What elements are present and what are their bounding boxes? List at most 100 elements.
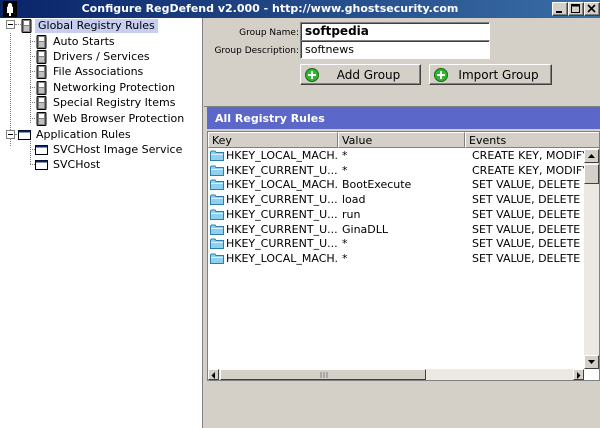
events-cell: SET VALUE, DELETE V xyxy=(472,237,584,251)
table-row[interactable]: HKEY_CURRENT_U... GinaDLL SET VALUE, DELET… xyxy=(208,223,584,237)
tree-node-web-browser-protection[interactable]: Web Browser Protection xyxy=(35,111,187,126)
import-group-label: Import Group xyxy=(458,67,539,82)
details-area xyxy=(207,382,600,428)
column-header-value[interactable]: Value xyxy=(338,132,465,148)
key-cell: HKEY_CURRENT_U... xyxy=(208,208,338,222)
group-description-field[interactable]: softnews xyxy=(300,40,490,59)
folder-icon xyxy=(210,238,224,250)
horizontal-scrollbar[interactable] xyxy=(208,369,584,380)
import-group-button[interactable]: Import Group xyxy=(429,64,552,85)
tree-node-label: Networking Protection xyxy=(53,80,176,94)
add-group-button[interactable]: Add Group xyxy=(300,64,421,85)
group-name-label: Group Name: xyxy=(239,28,299,38)
column-header-key[interactable]: Key xyxy=(208,132,338,148)
table-row[interactable]: HKEY_CURRENT_U... * CREATE KEY, MODIFY xyxy=(208,164,584,178)
minimize-button[interactable] xyxy=(552,2,568,16)
group-form: Group Name: softpedia Group Description:… xyxy=(204,18,600,108)
tree-node-special-registry-items[interactable]: Special Registry Items xyxy=(35,95,178,110)
value-cell: * xyxy=(342,149,348,162)
arrow-left-icon xyxy=(211,372,215,379)
tree-node-label: Global Registry Rules xyxy=(35,18,158,33)
events-cell: SET VALUE, DELETE V xyxy=(472,178,584,192)
value-cell: * xyxy=(342,251,348,265)
folder-icon xyxy=(210,224,224,235)
table-row[interactable]: HKEY_LOCAL_MACH... BootExecute SET VALUE, … xyxy=(208,178,584,192)
scroll-right-button[interactable] xyxy=(573,369,584,380)
events-cell: CREATE KEY, MODIFY xyxy=(472,163,584,177)
tree-node-global-rules[interactable]: Global Registry Rules xyxy=(20,18,158,33)
application-icon xyxy=(35,159,48,170)
plus-circle-icon xyxy=(305,67,319,82)
table-row[interactable]: HKEY_CURRENT_U... load SET VALUE, DELETE V xyxy=(208,193,584,207)
table-row[interactable]: HKEY_LOCAL_MACH... * SET VALUE, DELETE V xyxy=(208,252,584,266)
key-cell: HKEY_LOCAL_MACH... xyxy=(208,149,338,163)
events-cell: SET VALUE, DELETE V xyxy=(472,207,584,221)
registry-rule-icon xyxy=(36,95,47,110)
tree-node-label: SVCHost Image Service xyxy=(53,142,183,156)
tree-line xyxy=(30,31,31,123)
tree-node-label: Web Browser Protection xyxy=(53,111,185,125)
column-header-events[interactable]: Events xyxy=(465,132,599,148)
registry-rule-icon xyxy=(36,34,47,49)
table-row[interactable]: HKEY_CURRENT_U... * SET VALUE, DELETE V xyxy=(208,237,584,251)
minimize-icon xyxy=(556,11,562,13)
table-row[interactable]: HKEY_LOCAL_MACH... * CREATE KEY, MODIFY xyxy=(208,149,584,163)
key-cell: HKEY_LOCAL_MACH... xyxy=(208,252,338,266)
tree-node-label: File Associations xyxy=(53,64,144,78)
close-button[interactable] xyxy=(584,2,600,16)
folder-icon xyxy=(210,253,224,264)
registry-rule-icon xyxy=(36,80,47,95)
scroll-left-button[interactable] xyxy=(208,369,219,380)
events-cell: SET VALUE, DELETE V xyxy=(472,251,584,265)
add-group-label: Add Group xyxy=(336,67,401,82)
tree-node-label: Auto Starts xyxy=(53,34,115,48)
arrow-right-icon xyxy=(577,372,581,379)
tree-node-networking-protection[interactable]: Networking Protection xyxy=(35,80,178,95)
title-bar[interactable]: Configure RegDefend v2.000 - http://www.… xyxy=(0,0,600,18)
window-title: Configure RegDefend v2.000 - http://www.… xyxy=(81,2,459,15)
registry-group-icon xyxy=(21,18,32,33)
collapse-toggle[interactable] xyxy=(6,130,15,139)
key-text: HKEY_LOCAL_MACH... xyxy=(226,178,338,192)
value-cell: * xyxy=(342,163,348,177)
value-cell: * xyxy=(342,237,348,251)
key-text: HKEY_CURRENT_U... xyxy=(226,193,338,207)
tree-node-drivers-services[interactable]: Drivers / Services xyxy=(35,49,153,64)
key-cell: HKEY_CURRENT_U... xyxy=(208,164,338,178)
folder-icon xyxy=(210,165,224,176)
tree-node-auto-starts[interactable]: Auto Starts xyxy=(35,34,118,49)
tree-node-label: Application Rules xyxy=(36,127,131,141)
group-name-field[interactable]: softpedia xyxy=(300,22,490,41)
key-text: HKEY_CURRENT_U... xyxy=(226,207,338,221)
tree-node-application-rules[interactable]: Application Rules xyxy=(18,127,134,142)
registry-rules-panel: All Registry Rules Key Value Events HKEY… xyxy=(204,106,600,428)
value-cell: run xyxy=(342,207,361,221)
tree-node-label: Drivers / Services xyxy=(53,49,150,63)
folder-icon xyxy=(210,194,224,206)
tree-node-svchost-image-service[interactable]: SVCHost Image Service xyxy=(35,142,185,157)
folder-icon xyxy=(210,209,224,220)
table-row[interactable]: HKEY_CURRENT_U... run SET VALUE, DELETE V xyxy=(208,208,584,222)
tree-node-svchost[interactable]: SVCHost xyxy=(35,157,103,172)
maximize-button[interactable] xyxy=(568,2,584,16)
scroll-thumb[interactable] xyxy=(584,164,599,184)
tree-node-file-associations[interactable]: File Associations xyxy=(35,64,146,79)
key-text: HKEY_CURRENT_U... xyxy=(226,163,338,177)
rules-table[interactable]: Key Value Events HKEY_LOCAL_MACH... * CREA… xyxy=(207,131,600,381)
value-cell: load xyxy=(342,193,366,207)
registry-rule-icon xyxy=(36,111,47,126)
scroll-down-button[interactable] xyxy=(584,355,599,369)
vertical-scrollbar[interactable] xyxy=(584,149,599,369)
scroll-up-button[interactable] xyxy=(584,149,599,163)
table-header: Key Value Events xyxy=(208,132,599,148)
folder-icon xyxy=(210,150,224,161)
tree-node-label: Special Registry Items xyxy=(53,95,176,109)
scroll-thumb[interactable] xyxy=(220,369,426,380)
plus-circle-icon xyxy=(434,67,448,82)
rules-tree[interactable]: Global Registry Rules Auto Starts Driver… xyxy=(0,18,203,428)
key-cell: HKEY_CURRENT_U... xyxy=(208,193,338,207)
key-text: HKEY_LOCAL_MACH... xyxy=(226,251,338,265)
collapse-toggle[interactable] xyxy=(6,20,15,29)
key-cell: HKEY_CURRENT_U... xyxy=(208,237,338,251)
key-cell: HKEY_LOCAL_MACH... xyxy=(208,178,338,192)
